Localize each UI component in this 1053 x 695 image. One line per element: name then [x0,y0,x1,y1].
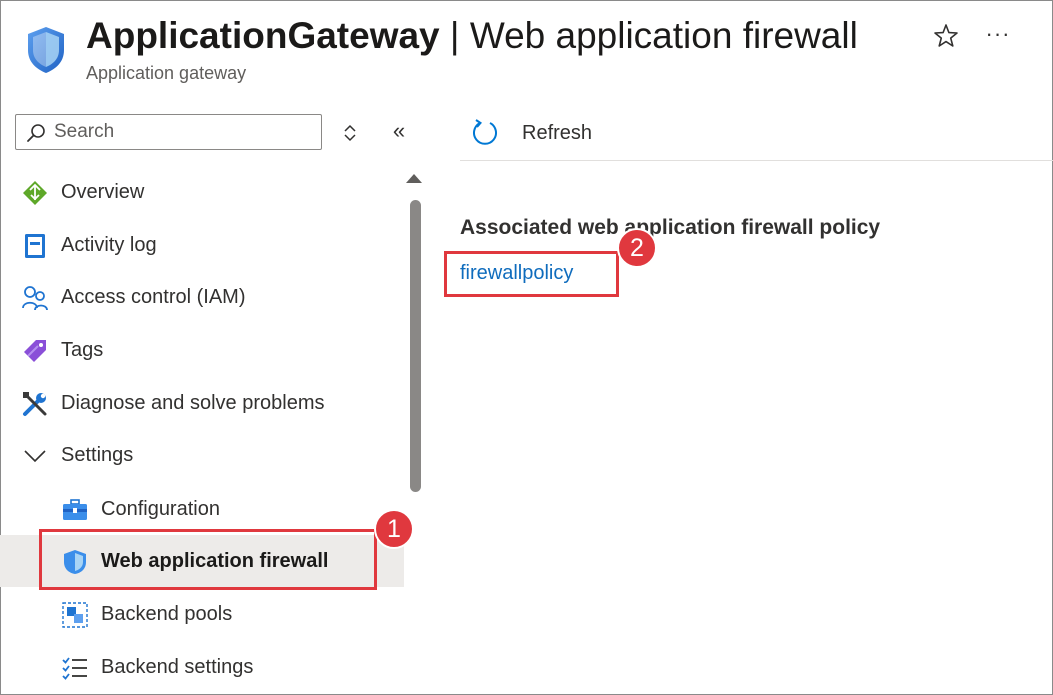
sidebar-item-label: Configuration [101,498,220,520]
sidebar-item-label: Tags [61,339,104,361]
sidebar-group-settings[interactable]: Settings [0,429,404,481]
refresh-icon [473,119,497,145]
checklist-icon [62,657,87,680]
page-name: Web application firewall [469,15,858,56]
overview-icon [23,181,47,205]
highlight-box-policy-link [444,251,619,297]
scroll-up-arrow-icon[interactable] [406,174,422,183]
shield-icon [28,27,64,73]
step-badge-1: 1 [374,509,414,549]
sidebar-item-backend-pools[interactable]: Backend pools [0,588,404,640]
chevron-down-icon [24,450,46,463]
search-icon [27,124,45,142]
page-title: ApplicationGateway | Web application fir… [86,14,858,58]
sidebar-item-label: Backend pools [101,603,233,625]
briefcase-icon [63,499,87,520]
refresh-label: Refresh [522,122,593,144]
sidebar-item-activity-log[interactable]: Activity log [0,219,404,271]
backend-pool-icon [62,602,88,628]
sidebar-item-access-control[interactable]: Access control (IAM) [0,271,404,323]
collapse-sidebar-button[interactable]: « [388,120,410,144]
tag-icon [24,340,46,362]
resource-name: ApplicationGateway [86,15,440,56]
people-icon [22,286,48,311]
sidebar-item-overview[interactable]: Overview [0,166,404,218]
sidebar-item-backend-settings[interactable]: Backend settings [0,641,404,693]
activity-log-icon [25,234,45,258]
sidebar-nav: Overview Activity log Access control (IA… [0,166,404,695]
sidebar-item-label: Activity log [61,234,157,256]
section-title: Associated web application firewall poli… [460,216,881,239]
sidebar-item-label: Backend settings [101,656,254,678]
sidebar-item-label: Overview [61,181,145,203]
sort-icon[interactable] [340,122,360,144]
search-input[interactable] [54,119,314,145]
scrollbar-thumb[interactable] [410,200,421,492]
sidebar-item-label: Diagnose and solve problems [61,392,325,414]
command-bar: Refresh [460,112,1053,161]
search-box[interactable] [15,114,322,150]
refresh-button[interactable]: Refresh [470,116,610,152]
step-badge-2: 2 [617,228,657,268]
title-separator: | [439,15,470,56]
more-options-button[interactable]: ··· [982,22,1014,50]
star-icon[interactable] [932,22,960,50]
sidebar-item-tags[interactable]: Tags [0,324,404,376]
highlight-box-waf-menu [39,529,377,590]
resource-type-subtitle: Application gateway [86,63,247,83]
wrench-icon [23,392,47,416]
sidebar-item-label: Settings [61,444,134,466]
sidebar-item-configuration[interactable]: Configuration [0,483,404,535]
sidebar-item-label: Access control (IAM) [61,286,246,308]
sidebar-item-diagnose[interactable]: Diagnose and solve problems [0,377,404,429]
